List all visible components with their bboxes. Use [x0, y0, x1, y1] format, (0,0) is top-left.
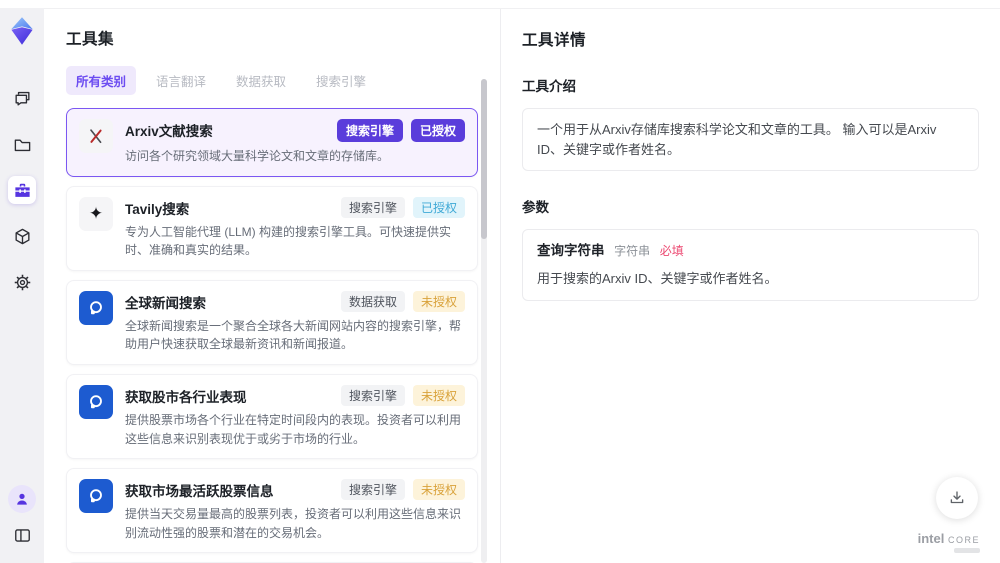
tool-card-global-news[interactable]: 全球新闻搜索 数据获取 未授权 全球新闻搜索是一个聚合全球各大新闻网站内容的搜索…	[66, 279, 478, 365]
tab-data-fetch[interactable]: 数据获取	[226, 66, 296, 95]
intro-box: 一个用于从Arxiv存储库搜索科学论文和文章的工具。 输入可以是Arxiv ID…	[522, 108, 979, 171]
page-title: 工具集	[66, 31, 115, 48]
tool-name: 获取市场最活跃股票信息	[125, 484, 274, 500]
param-type: 字符串	[614, 244, 651, 258]
panel-toggle-icon[interactable]	[8, 521, 36, 549]
chat-icon[interactable]	[8, 84, 36, 112]
tool-name: Tavily搜索	[125, 201, 190, 217]
toolbox-icon[interactable]	[8, 176, 36, 204]
tool-description: 提供当天交易量最高的股票列表，投资者可以利用这些信息来识别流动性强的股票和潜在的…	[125, 507, 462, 540]
detail-title: 工具详情	[522, 32, 587, 49]
cube-icon[interactable]	[8, 222, 36, 250]
category-tabs: 所有类别 语言翻译 数据获取 搜索引擎	[66, 66, 478, 95]
auth-badge: 未授权	[412, 479, 465, 501]
category-badge: 搜索引擎	[340, 384, 405, 406]
category-badge: 搜索引擎	[340, 196, 405, 218]
tab-all-categories[interactable]: 所有类别	[66, 66, 137, 95]
intro-text: 一个用于从Arxiv存储库搜索科学论文和文章的工具。 输入可以是Arxiv ID…	[537, 122, 937, 157]
news-search-icon	[79, 290, 113, 325]
category-badge: 搜索引擎	[336, 119, 403, 142]
main-content: 工具集 所有类别 语言翻译 数据获取 搜索引擎 Arxiv文献搜索 搜索引擎 已…	[44, 8, 1000, 563]
category-badge: 搜索引擎	[340, 479, 405, 501]
download-icon	[950, 491, 964, 504]
intro-heading: 工具介绍	[522, 79, 576, 94]
folder-icon[interactable]	[8, 130, 36, 158]
intel-core-logo: intel core	[917, 530, 980, 553]
tool-name: 获取股市各行业表现	[125, 389, 247, 405]
tavily-icon: ✦	[79, 196, 113, 231]
list-scrollbar[interactable]	[481, 79, 487, 563]
brand-core: core	[947, 530, 980, 546]
user-icon[interactable]	[8, 485, 36, 513]
tab-search-engine[interactable]: 搜索引擎	[306, 66, 376, 95]
gear-icon[interactable]	[8, 268, 36, 296]
tool-description: 提供股票市场各个行业在特定时间段内的表现。投资者可以利用这些信息来识别表现优于或…	[125, 412, 462, 446]
tool-description: 访问各个研究领域大量科学论文和文章的存储库。	[125, 149, 390, 163]
param-name: 查询字符串	[537, 243, 605, 258]
tab-language-translation[interactable]: 语言翻译	[146, 66, 216, 95]
scrollbar-thumb[interactable]	[481, 79, 487, 239]
tool-list-panel: 工具集 所有类别 语言翻译 数据获取 搜索引擎 Arxiv文献搜索 搜索引擎 已…	[44, 9, 500, 563]
brand-bar	[954, 548, 980, 553]
auth-badge: 已授权	[412, 196, 465, 218]
brand-intel: intel	[917, 530, 945, 546]
auth-badge: 未授权	[412, 384, 465, 406]
active-stock-icon	[79, 479, 113, 514]
param-box: 查询字符串 字符串 必填 用于搜索的Arxiv ID、关键字或作者姓名。	[522, 229, 979, 301]
tool-detail-panel: 工具详情 工具介绍 一个用于从Arxiv存储库搜索科学论文和文章的工具。 输入可…	[500, 9, 1000, 563]
tool-name: 全球新闻搜索	[125, 295, 206, 311]
sidebar	[0, 8, 44, 563]
tool-description: 专为人工智能代理 (LLM) 构建的搜索引擎工具。可快速提供实时、准确和真实的结…	[125, 224, 452, 258]
stock-sector-icon	[79, 384, 113, 419]
tool-name: Arxiv文献搜索	[125, 124, 213, 139]
param-description: 用于搜索的Arxiv ID、关键字或作者姓名。	[537, 271, 778, 287]
auth-badge: 已授权	[410, 119, 465, 142]
tool-card-active-stocks[interactable]: 获取市场最活跃股票信息 搜索引擎 未授权 提供当天交易量最高的股票列表，投资者可…	[66, 468, 478, 554]
param-required-badge: 必填	[659, 244, 684, 258]
tool-description: 全球新闻搜索是一个聚合全球各大新闻网站内容的搜索引擎，帮助用户快速获取全球最新资…	[125, 318, 462, 352]
sidebar-nav	[8, 84, 36, 296]
app-window: 工具集 所有类别 语言翻译 数据获取 搜索引擎 Arxiv文献搜索 搜索引擎 已…	[0, 0, 1000, 563]
app-logo	[7, 16, 37, 46]
arxiv-icon	[79, 119, 113, 153]
tool-card-tavily[interactable]: ✦ Tavily搜索 搜索引擎 已授权 专为人工智能代理 (LLM) 构建的搜索…	[66, 185, 478, 271]
tool-list: Arxiv文献搜索 搜索引擎 已授权 访问各个研究领域大量科学论文和文章的存储库…	[66, 108, 478, 563]
download-button[interactable]	[936, 477, 978, 519]
params-heading: 参数	[522, 200, 549, 215]
tool-card-arxiv[interactable]: Arxiv文献搜索 搜索引擎 已授权 访问各个研究领域大量科学论文和文章的存储库…	[66, 108, 478, 177]
auth-badge: 未授权	[412, 290, 465, 312]
tool-card-stock-sectors[interactable]: 获取股市各行业表现 搜索引擎 未授权 提供股票市场各个行业在特定时间段内的表现。…	[66, 373, 478, 460]
category-badge: 数据获取	[340, 290, 405, 312]
sidebar-bottom	[8, 485, 36, 563]
